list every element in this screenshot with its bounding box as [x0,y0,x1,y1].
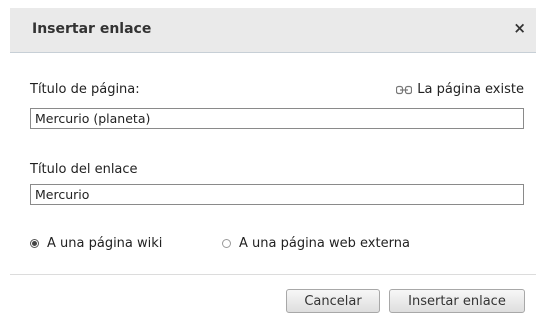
radio-external-page-label: A una página web externa [239,236,410,251]
radio-external-page[interactable]: A una página web externa [222,236,410,251]
radio-wiki-page[interactable]: A una página wiki [30,236,162,251]
page-exists-status: La página existe [396,82,524,97]
dialog-title: Insertar enlace [32,21,152,37]
cancel-button[interactable]: Cancelar [286,289,380,313]
radio-external-page-dot[interactable] [222,239,231,248]
radio-wiki-page-label: A una página wiki [47,236,163,251]
page-title-label: Título de página: [30,82,140,97]
radio-wiki-page-dot[interactable] [30,239,39,248]
insert-link-button[interactable]: Insertar enlace [389,289,525,313]
footer-divider [10,274,536,275]
dialog-titlebar: Insertar enlace × [10,8,536,53]
link-title-label: Título del enlace [30,162,138,177]
insert-link-dialog: Insertar enlace × Título de página: La p… [0,0,536,324]
link-title-input[interactable] [30,184,524,205]
page-exists-text: La página existe [417,82,524,97]
link-icon [396,85,413,94]
close-icon[interactable]: × [513,19,526,37]
page-title-input[interactable] [30,108,524,129]
